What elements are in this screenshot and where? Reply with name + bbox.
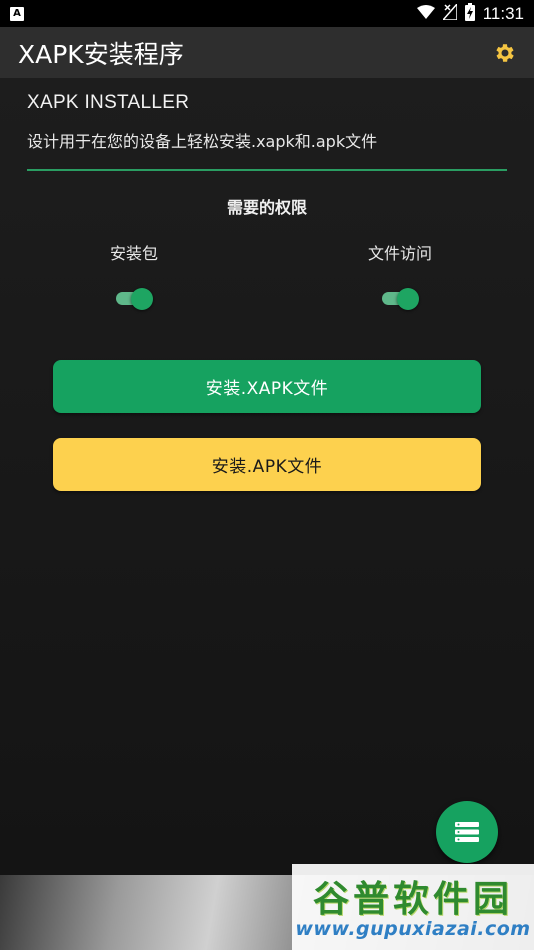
toggle-thumb <box>397 288 419 310</box>
battery-charging-icon <box>464 2 475 25</box>
main-content: XAPK INSTALLER 设计用于在您的设备上轻松安装.xapk和.apk文… <box>0 78 534 875</box>
status-bar: A 11:31 <box>0 0 534 27</box>
watermark-title: 谷普软件园 <box>312 879 513 920</box>
permissions-title: 需要的权限 <box>226 198 307 217</box>
install-packages-toggle[interactable] <box>115 286 153 310</box>
list-fab-button[interactable] <box>436 801 498 863</box>
permission-label: 文件访问 <box>367 244 432 263</box>
brand-title: XAPK INSTALLER <box>27 92 190 113</box>
install-xapk-button[interactable]: 安装.XAPK文件 <box>53 360 481 413</box>
status-time: 11:31 <box>482 3 524 23</box>
toggle-thumb <box>131 288 153 310</box>
watermark: 谷普软件园 www.gupuxiazai.com <box>292 864 534 950</box>
permission-file-access: 文件访问 <box>340 240 460 310</box>
file-access-toggle[interactable] <box>381 286 419 310</box>
watermark-url: www.gupuxiazai.com <box>295 918 531 940</box>
install-apk-button[interactable]: 安装.APK文件 <box>53 438 481 491</box>
settings-button[interactable] <box>492 40 518 66</box>
brand-description: 设计用于在您的设备上轻松安装.xapk和.apk文件 <box>27 132 378 151</box>
wifi-icon <box>416 4 435 23</box>
notification-icon: A <box>10 6 24 21</box>
app-title: XAPK安装程序 <box>18 39 184 69</box>
gear-icon <box>496 43 514 62</box>
app-bar: XAPK安装程序 <box>0 27 534 78</box>
no-signal-icon <box>441 1 458 24</box>
permission-install-packages: 安装包 <box>74 240 194 310</box>
list-icon <box>455 822 479 842</box>
header-divider <box>27 169 507 171</box>
permission-label: 安装包 <box>109 244 158 263</box>
